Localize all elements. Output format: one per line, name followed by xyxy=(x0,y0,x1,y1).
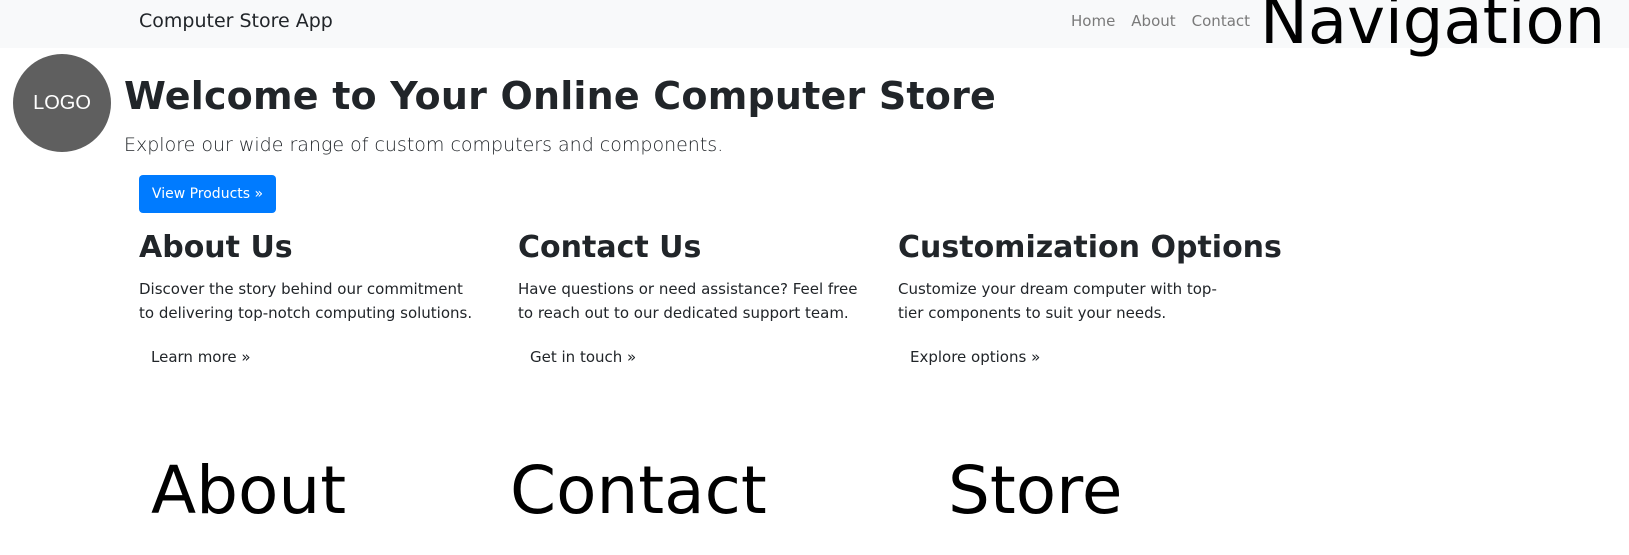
learn-more-button[interactable]: Learn more » xyxy=(151,348,251,366)
about-section: About Us Discover the story behind our c… xyxy=(139,230,479,366)
hero-subtitle: Explore our wide range of custom compute… xyxy=(124,134,724,156)
contact-overlay-label: Contact xyxy=(510,452,767,529)
nav-link-about[interactable]: About xyxy=(1131,12,1175,30)
explore-options-button[interactable]: Explore options » xyxy=(910,348,1040,366)
contact-title: Contact Us xyxy=(518,230,702,265)
nav-links: Home About Contact xyxy=(1071,12,1266,30)
customization-text: Customize your dream computer with top-t… xyxy=(898,280,1217,322)
view-products-button[interactable]: View Products » xyxy=(139,175,276,213)
contact-section: Contact Us Have questions or need assist… xyxy=(518,230,858,366)
about-overlay-label: About xyxy=(151,452,347,529)
get-in-touch-button[interactable]: Get in touch » xyxy=(530,348,636,366)
brand-link[interactable]: Computer Store App xyxy=(139,10,333,32)
nav-link-home[interactable]: Home xyxy=(1071,12,1115,30)
customization-section: Customization Options Customize your dre… xyxy=(898,230,1282,366)
contact-text: Have questions or need assistance? Feel … xyxy=(518,280,858,322)
about-title: About Us xyxy=(139,230,293,265)
nav-link-contact[interactable]: Contact xyxy=(1192,12,1250,30)
navigation-overlay-label: Navigation xyxy=(1260,0,1606,59)
hero-title: Welcome to Your Online Computer Store xyxy=(124,74,997,118)
store-overlay-label: Store xyxy=(948,452,1123,529)
about-text: Discover the story behind our commitment… xyxy=(139,280,473,322)
logo: LOGO xyxy=(13,54,111,152)
customization-title: Customization Options xyxy=(898,230,1282,265)
